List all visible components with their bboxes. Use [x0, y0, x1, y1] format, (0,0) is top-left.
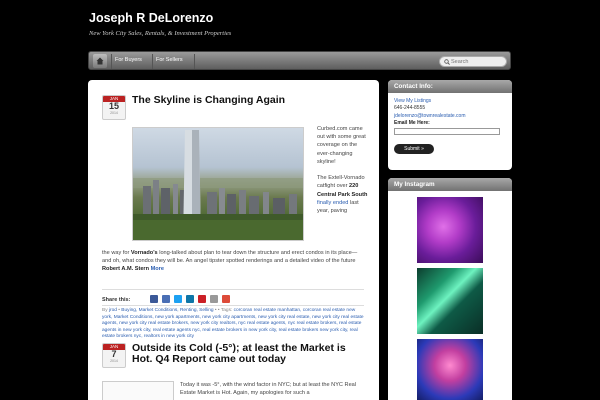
search-icon: [444, 59, 450, 65]
nav-divider: [111, 54, 112, 69]
read-more-link[interactable]: More: [151, 266, 164, 272]
share-bar: Share this:: [102, 289, 364, 303]
post-title[interactable]: The Skyline is Changing Again: [132, 95, 285, 106]
meta-author-link[interactable]: jrod: [109, 308, 117, 313]
instagram-widget-title: My Instagram: [388, 178, 512, 191]
post-excerpt: Today it was -5°, with the wind factor i…: [180, 382, 357, 397]
post-sidebar-text: Curbed.com came out with some great cove…: [317, 125, 369, 215]
meta-prefix: By: [102, 308, 109, 313]
contact-widget: Contact Info: View My Listings 646-244-8…: [388, 80, 512, 170]
instagram-photo[interactable]: [417, 339, 483, 400]
post-body-text: the way for: [102, 250, 131, 256]
submit-button[interactable]: Submit »: [394, 144, 434, 155]
nav-item-for-sellers[interactable]: For Sellers: [156, 57, 183, 63]
nav-divider: [152, 54, 153, 69]
email-me-input[interactable]: [394, 128, 500, 136]
email-me-label: Email Me Here:: [394, 119, 430, 126]
date-day: 7: [111, 349, 117, 359]
post-meta: By jrod • Buying, Market Conditions, Ren…: [102, 305, 364, 341]
contact-widget-title: Contact Info:: [388, 80, 512, 93]
nav-divider: [194, 54, 195, 69]
pinterest-icon[interactable]: [198, 295, 206, 303]
post-full-text: the way for Vornado's long-talked about …: [102, 249, 364, 274]
search-box: [439, 56, 507, 67]
twitter-icon[interactable]: [174, 295, 182, 303]
share-label: Share this:: [102, 297, 131, 303]
post-image-skyline[interactable]: [132, 127, 304, 241]
site-title[interactable]: Joseph R DeLorenzo: [89, 11, 213, 25]
date-year: 2014: [110, 359, 118, 363]
post-thumbnail[interactable]: [102, 381, 174, 400]
meta-tags-label: • • Tags:: [213, 308, 234, 313]
home-button[interactable]: [93, 54, 107, 68]
date-year: 2014: [110, 111, 118, 115]
contact-email-link[interactable]: jdelorenzo@townrealestate.com: [394, 113, 506, 120]
contact-body: View My Listings 646-244-8555 jdelorenzo…: [388, 93, 512, 159]
linkedin-icon[interactable]: [186, 295, 194, 303]
post-bold-name: Robert A.M. Stern: [102, 266, 150, 273]
view-listings-link[interactable]: View My Listings: [394, 98, 506, 105]
post-bold-name: Vornado's: [130, 250, 158, 256]
main-navigation: For Buyers For Sellers: [88, 51, 511, 70]
instagram-photo[interactable]: [417, 268, 483, 334]
nav-item-for-buyers[interactable]: For Buyers: [115, 57, 142, 63]
finally-ended-link[interactable]: finally ended: [317, 200, 348, 206]
home-icon: [96, 57, 104, 65]
post-date-badge: JAN 15 2014: [102, 95, 126, 120]
post-intro-text: Curbed.com came out with some great cove…: [317, 126, 366, 165]
email-icon[interactable]: [210, 295, 218, 303]
facebook-share-icon[interactable]: [162, 295, 170, 303]
meta-categories[interactable]: Buying, Market Conditions, Renting, Sell…: [121, 308, 213, 313]
post-title[interactable]: Outside its Cold (-5°); at least the Mar…: [132, 343, 362, 365]
site-tagline: New York City Sales, Rentals, & Investme…: [89, 30, 232, 37]
post-date-badge: JAN 7 2014: [102, 343, 126, 368]
google-plus-icon[interactable]: [222, 295, 230, 303]
main-content: JAN 15 2014 The Skyline is Changing Agai…: [88, 80, 379, 400]
instagram-widget: My Instagram: [388, 178, 512, 400]
facebook-icon[interactable]: [150, 295, 158, 303]
skyline-illustration: [133, 130, 303, 240]
contact-phone: 646-244-8555: [394, 105, 426, 112]
date-day: 15: [108, 101, 119, 111]
search-input[interactable]: [451, 57, 505, 66]
instagram-photo[interactable]: [417, 197, 483, 263]
